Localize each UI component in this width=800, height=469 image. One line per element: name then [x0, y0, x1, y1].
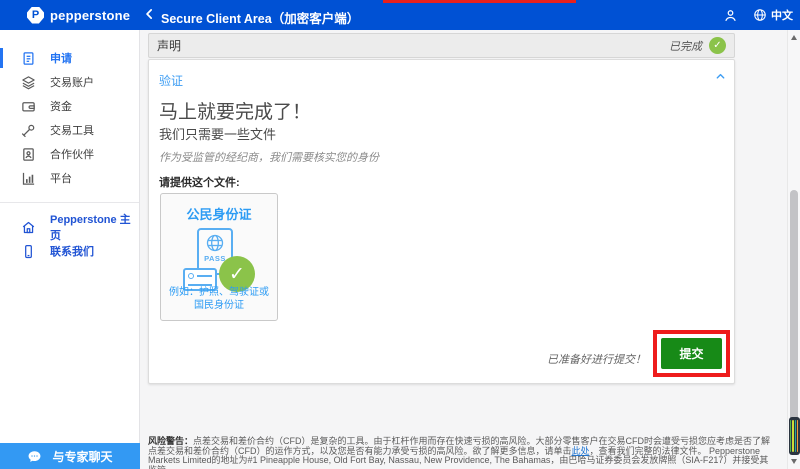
submit-button[interactable]: 提交 [661, 338, 722, 369]
annotation-red-box: 提交 [653, 330, 730, 377]
tools-icon [21, 123, 36, 138]
sidebar-item-label: 联系我们 [50, 243, 94, 259]
sidebar-item-pepperstone-home[interactable]: Pepperstone 主页 [0, 215, 139, 239]
scrollbar-extension-marker [789, 417, 800, 455]
verification-section: 验证 马上就要完成了！ 我们只需要一些文件 作为受监管的经纪商，我们需要核实您的… [148, 59, 735, 384]
sidebar-item-partners[interactable]: 合作伙伴 [0, 142, 139, 166]
chat-button[interactable]: 与专家聊天 [0, 443, 140, 469]
verification-note: 作为受监管的经纪商，我们需要核实您的身份 [159, 149, 379, 165]
scrollbar-thumb[interactable] [790, 190, 798, 455]
page-title: Secure Client Area（加密客户端） [161, 8, 359, 27]
sidebar: 申请 交易账户 资金 交易工具 [0, 30, 140, 469]
sidebar-item-funds[interactable]: 资金 [0, 94, 139, 118]
back-button[interactable] [142, 7, 158, 23]
document-icon [21, 51, 36, 66]
sidebar-item-label: 交易账户 [50, 74, 94, 90]
vertical-scrollbar [787, 30, 800, 469]
scroll-up-arrow[interactable] [791, 35, 797, 40]
sidebar-divider [0, 202, 139, 203]
declaration-status-group: 已完成 ✓ [669, 37, 726, 54]
chevron-left-icon [143, 7, 157, 21]
pepperstone-brand: P pepperstone [27, 0, 130, 30]
app-header: P pepperstone Secure Client Area（加密客户端） … [0, 0, 800, 30]
sidebar-item-trading-tools[interactable]: 交易工具 [0, 118, 139, 142]
globe-icon [753, 8, 767, 22]
risk-warning-label: 风险警告： [148, 436, 193, 446]
sidebar-item-trading-accounts[interactable]: 交易账户 [0, 70, 139, 94]
check-circle-icon: ✓ [709, 37, 726, 54]
verification-instruction: 请提供这个文件: [159, 174, 240, 190]
sidebar-item-contact-us[interactable]: 联系我们 [0, 239, 139, 263]
declaration-section-header[interactable]: 声明 已完成 ✓ [148, 33, 735, 58]
annotation-red-line [383, 0, 576, 3]
verification-subheading: 我们只需要一些文件 [159, 124, 276, 143]
brand-text: pepperstone [50, 8, 130, 23]
home-icon [21, 220, 36, 235]
phone-icon [21, 244, 36, 259]
document-card-title: 公民身份证 [161, 204, 277, 223]
sidebar-main-group: 申请 交易账户 资金 交易工具 [0, 30, 139, 190]
scroll-down-arrow[interactable] [791, 459, 797, 464]
sidebar-item-label: 平台 [50, 170, 72, 186]
platforms-icon [21, 171, 36, 186]
account-button[interactable] [723, 8, 738, 23]
sidebar-item-label: 资金 [50, 98, 72, 114]
pepperstone-logo-icon: P [27, 7, 44, 24]
wallet-icon [21, 99, 36, 114]
chat-button-label: 与专家聊天 [52, 448, 112, 465]
header-actions: 中文 [723, 0, 793, 30]
collapse-button[interactable] [715, 70, 726, 85]
declaration-title: 声明 [157, 37, 181, 54]
sidebar-item-platforms[interactable]: 平台 [0, 166, 139, 190]
document-card-citizen-id[interactable]: 公民身份证 PASS ✓ 例如：护照、驾驶证或国民身份证 [160, 193, 278, 321]
language-label: 中文 [771, 7, 793, 23]
ready-to-submit-text: 已准备好进行提交！ [547, 351, 646, 367]
account-icon [723, 8, 738, 23]
chevron-up-icon [715, 71, 726, 82]
document-examples: 例如：护照、驾驶证或国民身份证 [166, 286, 272, 312]
sidebar-link-group: Pepperstone 主页 联系我们 [0, 213, 139, 263]
chat-bubble-icon [27, 449, 42, 464]
sidebar-item-application[interactable]: 申请 [0, 46, 139, 70]
risk-warning-footer: 风险警告：点差交易和差价合约（CFD）是复杂的工具。由于杠杆作用而存在快速亏损的… [148, 437, 772, 469]
sidebar-item-label: 申请 [50, 50, 72, 66]
globe-icon [205, 233, 225, 253]
sidebar-item-label: 交易工具 [50, 122, 94, 138]
language-switcher[interactable]: 中文 [753, 7, 793, 23]
sidebar-item-label: 合作伙伴 [50, 146, 94, 162]
layers-icon [21, 75, 36, 90]
declaration-status: 已完成 [669, 38, 702, 54]
secure-client-area-app: P pepperstone Secure Client Area（加密客户端） … [0, 0, 800, 469]
verification-title: 验证 [159, 72, 183, 89]
partners-icon [21, 147, 36, 162]
verification-heading: 马上就要完成了！ [159, 97, 311, 124]
